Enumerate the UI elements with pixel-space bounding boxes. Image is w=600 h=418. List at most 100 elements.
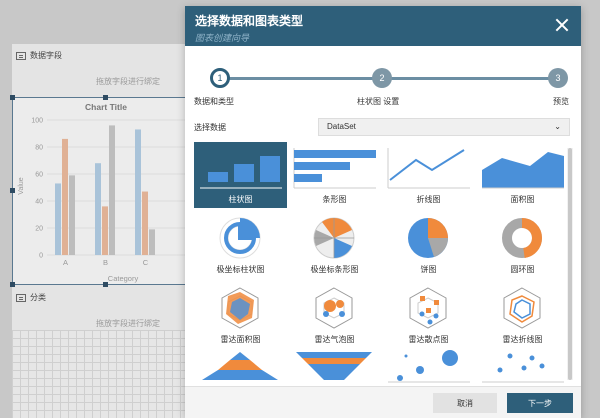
chart-type-label: 折线图 bbox=[416, 195, 441, 204]
step-3-circle[interactable]: 3 bbox=[548, 68, 568, 88]
chevron-down-icon: ⌄ bbox=[554, 122, 561, 131]
chart-type-polar-bar[interactable]: 极坐标条形图 bbox=[288, 212, 381, 278]
chart-y-tick-label: 20 bbox=[35, 226, 43, 233]
data-field-icon bbox=[16, 51, 26, 60]
bubble-chart-icon bbox=[388, 350, 470, 383]
scatter-chart-icon bbox=[482, 353, 564, 383]
step-1-label: 数据和类型 bbox=[194, 97, 234, 106]
chart-x-tick-label: B bbox=[103, 258, 108, 267]
chart-bar bbox=[62, 138, 68, 255]
radar-bubble-chart-icon bbox=[315, 287, 353, 329]
chart-y-tick-label: 100 bbox=[31, 118, 43, 125]
chart-bar bbox=[109, 125, 115, 256]
chart-type-label: 条形图 bbox=[322, 195, 347, 204]
radar-line-chart-icon bbox=[503, 287, 541, 329]
data-source-select[interactable]: DataSet ⌄ bbox=[318, 118, 570, 136]
chart-type-radar-scatter[interactable]: 雷达散点图 bbox=[382, 282, 475, 348]
chart-type-pie[interactable]: 饼图 bbox=[382, 212, 475, 278]
data-field-header: 数据字段 bbox=[16, 50, 62, 61]
radar-area-chart-icon bbox=[221, 287, 259, 329]
resize-handle-left[interactable] bbox=[10, 188, 15, 193]
chart-type-line[interactable]: 折线图 bbox=[382, 142, 475, 208]
chart-bar bbox=[102, 206, 108, 255]
chart-type-label: 雷达气泡图 bbox=[314, 335, 355, 344]
step-2-circle[interactable]: 2 bbox=[372, 68, 392, 88]
step-3-label: 预览 bbox=[553, 97, 569, 106]
cancel-button[interactable]: 取消 bbox=[433, 393, 497, 413]
chart-type-radar-bubble[interactable]: 雷达气泡图 bbox=[288, 282, 381, 348]
chart-type-pyramid[interactable] bbox=[194, 348, 287, 390]
column-chart-icon bbox=[200, 156, 282, 189]
chart-preview-svg: Chart Title Value Category 0 20 40 60 80 100 A… bbox=[18, 102, 199, 283]
pyramid-chart-icon bbox=[202, 352, 278, 380]
chart-type-label: 雷达折线图 bbox=[502, 335, 543, 344]
chart-wizard-dialog: 选择数据和图表类型 图表创建向导 1 2 3 数据和类型 柱状图 设置 预览 选… bbox=[185, 6, 581, 418]
chart-type-scatter[interactable] bbox=[476, 348, 567, 390]
chart-y-tick-label: 80 bbox=[35, 145, 43, 152]
area-chart-icon bbox=[482, 152, 564, 189]
category-header: 分类 bbox=[16, 292, 46, 303]
chart-y-axis-label: Value bbox=[18, 177, 25, 194]
design-grid bbox=[12, 330, 198, 418]
chart-type-radar-line[interactable]: 雷达折线图 bbox=[476, 282, 567, 348]
chart-preview[interactable]: Chart Title Value Category 0 20 40 60 80 100 A… bbox=[12, 97, 199, 285]
chart-type-bar[interactable]: 条形图 bbox=[288, 142, 381, 208]
data-source-value: DataSet bbox=[327, 122, 356, 131]
drop-hint-data: 拖放字段进行绑定 bbox=[96, 77, 160, 86]
chart-type-label: 圆环图 bbox=[510, 265, 535, 274]
chart-y-tick-label: 0 bbox=[39, 253, 43, 260]
close-icon[interactable] bbox=[555, 18, 569, 32]
chart-type-polar-column[interactable]: 极坐标柱状图 bbox=[194, 212, 287, 278]
chart-type-funnel[interactable] bbox=[288, 348, 381, 390]
scrollbar-thumb[interactable] bbox=[568, 148, 572, 380]
chart-bar bbox=[55, 183, 61, 255]
chart-type-label: 柱状图 bbox=[228, 195, 253, 204]
chart-type-label: 饼图 bbox=[420, 265, 437, 274]
data-source-label: 选择数据 bbox=[194, 123, 226, 132]
resize-handle-top-left[interactable] bbox=[10, 95, 15, 100]
drop-hint-category: 拖放字段进行绑定 bbox=[96, 319, 160, 328]
chart-type-radar-area[interactable]: 雷达面积图 bbox=[194, 282, 287, 348]
chart-x-tick-label: C bbox=[143, 258, 149, 267]
chart-bar bbox=[95, 163, 101, 255]
resize-handle-top[interactable] bbox=[103, 95, 108, 100]
chart-type-label: 极坐标柱状图 bbox=[216, 265, 265, 274]
dialog-title: 选择数据和图表类型 bbox=[195, 14, 304, 28]
chart-type-label: 极坐标条形图 bbox=[310, 265, 359, 274]
chart-bar bbox=[149, 229, 155, 255]
chart-y-tick-label: 40 bbox=[35, 199, 43, 206]
resize-handle-bottom[interactable] bbox=[103, 282, 108, 287]
chart-type-area[interactable]: 面积图 bbox=[476, 142, 567, 208]
next-button[interactable]: 下一步 bbox=[507, 393, 573, 413]
funnel-chart-icon bbox=[296, 352, 372, 380]
chart-x-tick-label: A bbox=[63, 258, 68, 267]
step-1-circle[interactable]: 1 bbox=[210, 68, 230, 88]
data-field-title: 数据字段 bbox=[30, 51, 62, 60]
dialog-subtitle: 图表创建向导 bbox=[195, 33, 250, 43]
chart-type-donut[interactable]: 圆环图 bbox=[476, 212, 567, 278]
wizard-steps: 1 2 3 数据和类型 柱状图 设置 预览 bbox=[185, 62, 581, 112]
gallery-scrollbar[interactable] bbox=[567, 148, 573, 380]
chart-bar bbox=[69, 175, 75, 255]
chart-bar bbox=[142, 191, 148, 255]
category-icon bbox=[16, 293, 26, 302]
pie-chart-icon bbox=[408, 218, 448, 258]
polar-column-chart-icon bbox=[219, 217, 261, 259]
chart-type-label: 雷达面积图 bbox=[220, 335, 261, 344]
chart-type-gallery: 柱状图 条形图 折线图 面积图 极坐标柱状图 极坐标条形图 饼图 圆环图 雷达面… bbox=[194, 142, 567, 390]
polar-bar-chart-icon bbox=[313, 217, 355, 259]
radar-scatter-chart-icon bbox=[409, 287, 447, 329]
resize-handle-bottom-left[interactable] bbox=[10, 282, 15, 287]
dialog-header: 选择数据和图表类型 图表创建向导 bbox=[185, 6, 581, 46]
chart-type-bubble[interactable] bbox=[382, 348, 475, 390]
donut-chart-icon bbox=[502, 218, 543, 258]
chart-bar bbox=[135, 129, 141, 255]
step-2-label: 柱状图 设置 bbox=[357, 97, 400, 106]
chart-type-label: 面积图 bbox=[510, 195, 535, 204]
chart-type-label: 雷达散点图 bbox=[408, 335, 449, 344]
line-chart-icon bbox=[387, 148, 470, 189]
chart-type-column[interactable]: 柱状图 bbox=[194, 142, 287, 208]
dialog-footer: 取消 下一步 bbox=[185, 386, 581, 418]
category-title: 分类 bbox=[30, 293, 46, 302]
chart-y-tick-label: 60 bbox=[35, 172, 43, 179]
